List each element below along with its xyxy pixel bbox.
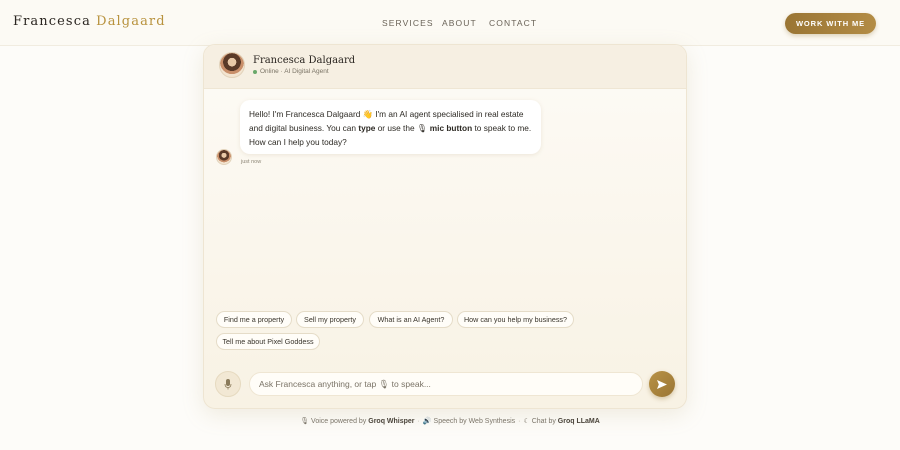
chat-input[interactable]: Ask Francesca anything, or tap 🎙 to spea… [249,372,643,396]
message-bold-mic: mic button [429,123,473,133]
top-navbar: Francesca Dalgaard SERVICES ABOUT CONTAC… [0,0,900,46]
agent-name: Francesca Dalgaard [253,55,356,66]
agent-message-bubble: Hello! I'm Francesca Dalgaard 👋 I'm an A… [240,100,541,154]
powered-by-footer: 🎙 Voice powered by Groq Whisper · 🔊 Speech… [300,418,600,425]
online-status-dot-icon [253,69,257,74]
nav-contact-link[interactable]: CONTACT [489,18,537,28]
voice-credit: Voice powered by [311,418,369,425]
message-text: or use the [375,123,417,133]
brand-last-name: Dalgaard [96,14,166,29]
chat-credit: Chat by [531,418,558,425]
voice-credit-name: Groq Whisper [368,418,415,425]
suggestion-chip[interactable]: How can you help my business? [457,311,574,328]
send-button[interactable] [649,371,675,397]
main-menu: SERVICES ABOUT CONTACT [382,18,537,28]
send-icon [657,379,667,389]
suggestion-chip[interactable]: Sell my property [296,311,364,328]
microphone-icon: 🎙 [300,418,310,425]
agent-status-text: Online · AI Digital Agent [260,68,329,75]
chat-credit-name: Groq LLaMA [557,418,600,425]
brand-logo[interactable]: Francesca Dalgaard [13,14,166,29]
chat-input-row: Ask Francesca anything, or tap 🎙 to spea… [204,369,686,399]
suggestion-chip[interactable]: Find me a property [216,311,292,328]
microphone-icon: 🎙 [416,123,428,133]
suggestion-chip[interactable]: Tell me about Pixel Goddess [216,333,320,350]
speaker-icon: 🔊 [422,418,432,425]
nav-about-link[interactable]: ABOUT [442,18,489,28]
agent-status: Online · AI Digital Agent [253,68,329,75]
microphone-icon [224,378,232,389]
moon-icon: ☾ [523,418,530,425]
work-with-me-button[interactable]: WORK WITH ME [785,13,876,34]
chat-window: Francesca Dalgaard Online · AI Digital A… [203,44,687,409]
speech-credit: Speech by Web Synthesis [433,418,516,425]
brand-first-name: Francesca [13,14,91,29]
microphone-icon[interactable] [215,371,241,397]
agent-avatar [219,52,245,78]
nav-services-link[interactable]: SERVICES [382,18,442,28]
chat-header: Francesca Dalgaard Online · AI Digital A… [204,45,686,89]
message-bold-type: type [358,123,376,133]
message-timestamp: just now [241,159,262,165]
message-avatar [216,149,232,165]
suggestion-chip[interactable]: What is an AI Agent? [369,311,453,328]
